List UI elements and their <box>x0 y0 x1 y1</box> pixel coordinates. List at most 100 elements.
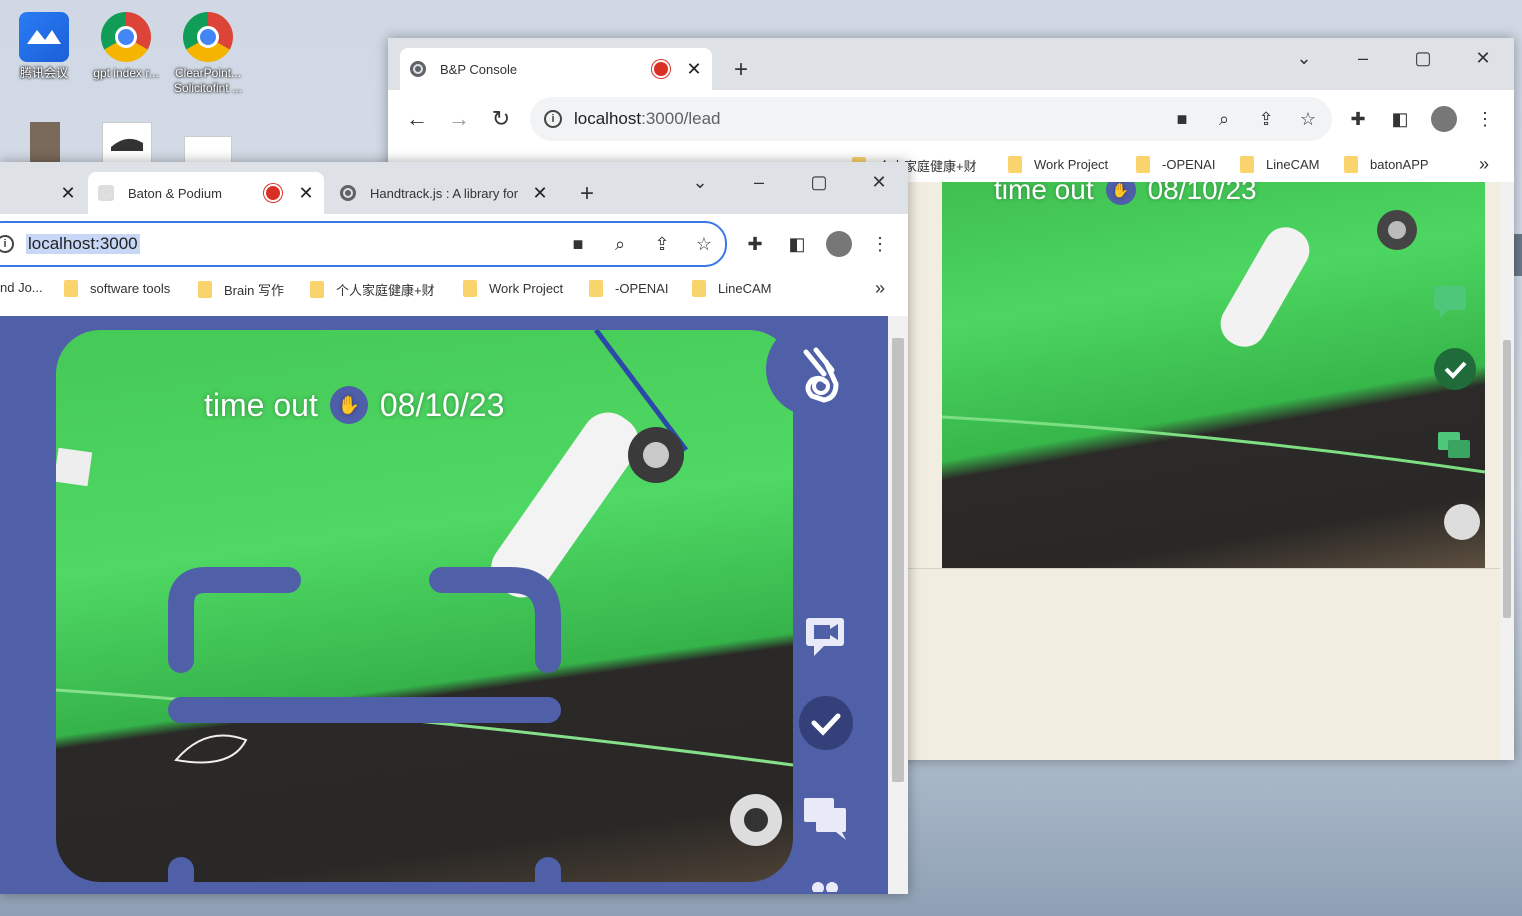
bookmark-label: -OPENAI <box>615 281 669 296</box>
more-bookmarks-icon[interactable]: » <box>1472 152 1496 176</box>
extensions-icon[interactable]: ✚ <box>1346 107 1370 131</box>
bookmark[interactable]: batonAPP <box>1344 156 1429 173</box>
tab-title: Handtrack.js : A library for <box>370 185 519 201</box>
folder-icon <box>1136 156 1150 173</box>
bookmark-label: Brain 写作 <box>224 283 284 298</box>
scrollbar-thumb[interactable] <box>1503 340 1511 618</box>
camera-icon[interactable]: ■ <box>566 232 590 256</box>
tab-search-chevron-icon[interactable]: ⌄ <box>1292 46 1316 70</box>
site-info-icon[interactable]: i <box>544 110 562 128</box>
back-icon[interactable]: ← <box>405 106 429 131</box>
close-tab-icon[interactable]: ✕ <box>686 59 702 80</box>
tab-handtrack[interactable]: Handtrack.js : A library for ✕ <box>330 172 558 214</box>
video-feed: time out ✋ 08/10/23 <box>942 182 1485 568</box>
star-icon[interactable]: ☆ <box>1296 107 1320 131</box>
chat-icon[interactable] <box>1436 428 1474 466</box>
tab-search-chevron-icon[interactable]: ⌄ <box>688 170 712 194</box>
scrollbar-thumb[interactable] <box>892 338 904 782</box>
minimize-button[interactable]: – <box>1351 46 1375 70</box>
desktop-doc-thumbnail[interactable] <box>184 136 232 164</box>
close-tab-icon[interactable]: ✕ <box>532 183 548 204</box>
tab-bp-console[interactable]: B&P Console ✕ <box>400 48 712 90</box>
zoom-icon[interactable]: ⌕ <box>608 232 632 256</box>
bookmark[interactable]: LineCAM <box>692 280 771 297</box>
globe-icon <box>340 185 356 201</box>
tab-partial[interactable]: ✕ <box>0 172 86 214</box>
url-path: :3000/lead <box>641 109 721 128</box>
maximize-button[interactable]: ▢ <box>1411 46 1435 70</box>
desktop-file-thumbnail[interactable] <box>30 122 60 162</box>
menu-icon[interactable]: ⋮ <box>1473 107 1497 131</box>
recording-icon <box>264 184 282 202</box>
forward-icon[interactable]: → <box>447 106 471 131</box>
video-chat-icon[interactable] <box>1430 280 1470 320</box>
folder-icon <box>1344 156 1358 173</box>
timeout-label: time out ✋ 08/10/23 <box>994 182 1257 206</box>
close-window-button[interactable]: ✕ <box>1471 46 1495 70</box>
more-icon[interactable] <box>810 878 840 894</box>
chat-icon[interactable] <box>802 794 850 842</box>
gesture-corner-badge[interactable] <box>766 322 860 416</box>
bookmark[interactable]: Work Project <box>1008 156 1108 173</box>
hand-gesture-icon: ✋ <box>1105 182 1136 205</box>
close-window-button[interactable]: ✕ <box>867 170 891 194</box>
bookmark-label: software tools <box>90 281 171 296</box>
bookmark[interactable]: software tools <box>64 280 170 297</box>
check-button[interactable] <box>1434 348 1476 390</box>
browser-window-front: ✕ Baton & Podium ✕ Handtrack.js : A libr… <box>0 162 908 894</box>
chrome-icon <box>183 12 233 62</box>
reload-icon[interactable]: ↻ <box>489 106 513 131</box>
tencent-meeting-icon <box>19 12 69 62</box>
desktop-train-thumbnail[interactable] <box>102 122 152 164</box>
gesture-bracket-overlay <box>168 567 561 882</box>
video-chat-icon[interactable] <box>802 612 850 660</box>
ok-hand-icon <box>803 347 839 403</box>
tab-title: B&P Console <box>440 61 518 77</box>
bookmark[interactable]: Brain 写作 <box>198 280 284 299</box>
page-icon <box>98 185 114 201</box>
scrollbar[interactable] <box>888 316 908 894</box>
bookmark-label: nd Jo... <box>0 280 43 295</box>
bookmark-label: LineCAM <box>718 281 772 296</box>
check-button[interactable] <box>799 696 853 750</box>
share-icon[interactable]: ⇪ <box>650 232 674 256</box>
extensions-icon[interactable]: ✚ <box>743 232 767 256</box>
side-panel-icon[interactable]: ◧ <box>785 232 809 256</box>
url-text[interactable]: localhost:3000 <box>26 234 140 254</box>
folder-icon <box>463 280 477 297</box>
folder-icon <box>589 280 603 297</box>
star-icon[interactable]: ☆ <box>692 232 716 256</box>
menu-icon[interactable]: ⋮ <box>868 232 892 256</box>
desktop-icon-gpt-index[interactable]: gpt index r... <box>90 12 162 81</box>
side-panel-icon[interactable]: ◧ <box>1388 107 1412 131</box>
tab-baton-podium[interactable]: Baton & Podium ✕ <box>88 172 324 214</box>
desktop-icon-tencent-meeting[interactable]: 腾讯会议 <box>8 12 80 81</box>
share-icon[interactable]: ⇪ <box>1254 107 1278 131</box>
bookmark[interactable]: LineCAM <box>1240 156 1319 173</box>
bookmark-label: batonAPP <box>1370 157 1429 172</box>
desktop-icon-clearpoint[interactable]: ClearPoint... Solicitofint ... <box>172 12 244 96</box>
close-tab-icon[interactable]: ✕ <box>298 183 314 204</box>
desktop-icon-label: gpt index r... <box>93 66 159 80</box>
camera-icon[interactable]: ■ <box>1170 107 1194 131</box>
bookmark-label: Work Project <box>489 281 564 296</box>
avatar[interactable] <box>826 231 852 257</box>
bookmark[interactable]: nd Jo... <box>0 280 43 295</box>
scrollbar[interactable] <box>1500 182 1514 760</box>
new-tab-button[interactable]: + <box>729 56 753 83</box>
zoom-icon[interactable]: ⌕ <box>1212 107 1236 131</box>
close-tab-icon[interactable]: ✕ <box>60 183 76 204</box>
site-info-icon[interactable]: i <box>0 235 14 253</box>
divider-line <box>908 568 1500 569</box>
avatar[interactable] <box>1431 106 1457 132</box>
bookmark[interactable]: -OPENAI <box>589 280 668 297</box>
maximize-button[interactable]: ▢ <box>807 170 831 194</box>
more-bookmarks-icon[interactable]: » <box>868 276 892 300</box>
new-tab-button[interactable]: + <box>575 180 599 207</box>
timeout-text: time out <box>994 182 1094 205</box>
bookmark[interactable]: 个人家庭健康+财 <box>310 280 435 299</box>
bookmarks-bar: nd Jo... software tools Brain 写作 个人家庭健康+… <box>0 272 908 306</box>
minimize-button[interactable]: – <box>747 170 771 194</box>
bookmark[interactable]: Work Project <box>463 280 563 297</box>
bookmark[interactable]: -OPENAI <box>1136 156 1215 173</box>
